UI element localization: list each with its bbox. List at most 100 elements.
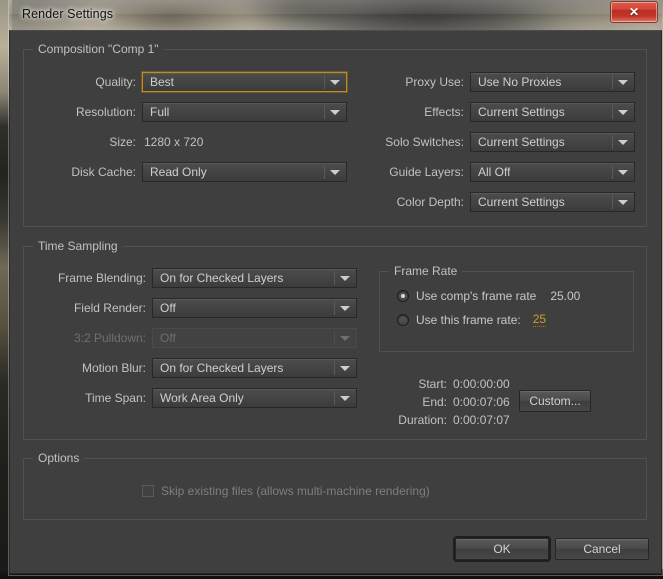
dropdown-separator — [612, 75, 613, 89]
skip-existing-files-checkbox: Skip existing files (allows multi-machin… — [142, 484, 430, 498]
use-this-frame-rate-radio[interactable]: Use this frame rate: 25 — [397, 313, 547, 327]
use-comp-frame-rate-label: Use comp's frame rate — [416, 289, 537, 303]
color-depth-value: Current Settings — [478, 195, 565, 209]
close-icon: ✕ — [628, 5, 640, 19]
chevron-down-icon — [618, 110, 628, 115]
chevron-down-icon — [618, 80, 628, 85]
window-title: Render Settings — [22, 7, 114, 21]
resolution-dropdown[interactable]: Full — [142, 102, 347, 122]
time-span-dropdown[interactable]: Work Area Only — [152, 388, 357, 408]
dropdown-separator — [334, 331, 335, 345]
quality-dropdown[interactable]: Best — [142, 72, 347, 92]
composition-group: Composition "Comp 1" Quality: Best Resol… — [23, 42, 647, 227]
proxy-use-label: Proxy Use: — [405, 75, 464, 89]
custom-button-label: Custom... — [529, 394, 581, 408]
chevron-down-icon — [330, 170, 340, 175]
composition-group-title: Composition "Comp 1" — [33, 42, 164, 56]
field-render-dropdown[interactable]: Off — [152, 298, 357, 318]
dropdown-separator — [612, 195, 613, 209]
time-sampling-group: Time Sampling Frame Blending: On for Che… — [23, 239, 647, 440]
duration-label: Duration: — [398, 413, 447, 427]
chevron-down-icon — [618, 140, 628, 145]
field-render-label: Field Render: — [73, 301, 146, 315]
radio-unselected-icon — [397, 314, 409, 326]
dropdown-separator — [334, 391, 335, 405]
chevron-down-icon — [618, 200, 628, 205]
solo-switches-dropdown[interactable]: Current Settings — [470, 132, 635, 152]
options-group-title: Options — [33, 451, 85, 465]
dropdown-separator — [334, 271, 335, 285]
proxy-use-dropdown[interactable]: Use No Proxies — [470, 72, 635, 92]
proxy-use-value: Use No Proxies — [478, 75, 562, 89]
dropdown-separator — [612, 135, 613, 149]
field-render-value: Off — [160, 301, 176, 315]
motion-blur-value: On for Checked Layers — [160, 361, 284, 375]
dropdown-separator — [612, 165, 613, 179]
color-depth-dropdown[interactable]: Current Settings — [470, 192, 635, 212]
chevron-down-icon — [340, 396, 350, 401]
radio-selected-icon — [397, 290, 409, 302]
start-label: Start: — [418, 377, 447, 391]
frame-blending-label: Frame Blending: — [57, 271, 146, 285]
pulldown-value: Off — [160, 331, 176, 345]
motion-blur-dropdown[interactable]: On for Checked Layers — [152, 358, 357, 378]
dialog-body: Composition "Comp 1" Quality: Best Resol… — [9, 30, 662, 574]
cancel-button-label: Cancel — [583, 542, 621, 556]
cancel-button[interactable]: Cancel — [555, 538, 649, 560]
quality-label: Quality: — [95, 75, 136, 89]
frame-rate-group-title: Frame Rate — [389, 264, 463, 278]
resolution-label: Resolution: — [75, 105, 136, 119]
dropdown-separator — [334, 301, 335, 315]
frame-rate-group: Frame Rate Use comp's frame rate 25.00 U… — [379, 264, 634, 352]
render-settings-window: Render Settings ✕ Composition "Comp 1" Q… — [8, 0, 663, 576]
color-depth-label: Color Depth: — [396, 195, 464, 209]
dropdown-separator — [334, 361, 335, 375]
close-button[interactable]: ✕ — [610, 1, 658, 23]
end-label: End: — [422, 395, 447, 409]
resolution-value: Full — [150, 105, 170, 119]
dropdown-separator — [324, 165, 325, 179]
checkbox-unchecked-icon — [142, 485, 154, 497]
time-span-value: Work Area Only — [160, 391, 244, 405]
use-comp-frame-rate-radio[interactable]: Use comp's frame rate 25.00 — [397, 289, 580, 303]
chevron-down-icon — [330, 80, 340, 85]
effects-dropdown[interactable]: Current Settings — [470, 102, 635, 122]
guide-layers-label: Guide Layers: — [389, 165, 464, 179]
chevron-down-icon — [340, 336, 350, 341]
use-this-frame-rate-label: Use this frame rate: — [416, 313, 521, 327]
chevron-down-icon — [340, 366, 350, 371]
ok-button-label: OK — [493, 542, 511, 556]
solo-switches-label: Solo Switches: — [385, 135, 464, 149]
chevron-down-icon — [340, 276, 350, 281]
custom-frame-rate-input[interactable]: 25 — [532, 313, 547, 327]
pulldown-dropdown: Off — [152, 328, 357, 348]
options-group: Options Skip existing files (allows mult… — [23, 451, 647, 520]
size-label: Size: — [109, 135, 136, 149]
chevron-down-icon — [330, 110, 340, 115]
skip-existing-files-label: Skip existing files (allows multi-machin… — [161, 484, 430, 498]
solo-switches-value: Current Settings — [478, 135, 565, 149]
dropdown-separator — [612, 105, 613, 119]
disk-cache-value: Read Only — [150, 165, 207, 179]
dropdown-separator — [324, 75, 325, 89]
guide-layers-dropdown[interactable]: All Off — [470, 162, 635, 182]
motion-blur-label: Motion Blur: — [81, 361, 146, 375]
time-sampling-group-title: Time Sampling — [33, 239, 123, 253]
window-titlebar[interactable]: Render Settings ✕ — [9, 0, 662, 30]
dropdown-separator — [324, 105, 325, 119]
ok-button[interactable]: OK — [455, 538, 549, 560]
effects-value: Current Settings — [478, 105, 565, 119]
time-span-label: Time Span: — [85, 391, 146, 405]
chevron-down-icon — [340, 306, 350, 311]
duration-value: 0:00:07:07 — [453, 413, 510, 427]
guide-layers-value: All Off — [478, 165, 511, 179]
effects-label: Effects: — [424, 105, 464, 119]
pulldown-label: 3:2 Pulldown: — [73, 331, 146, 345]
comp-frame-rate-value: 25.00 — [550, 289, 581, 303]
chevron-down-icon — [618, 170, 628, 175]
size-value: 1280 x 720 — [144, 135, 204, 149]
custom-time-span-button[interactable]: Custom... — [519, 390, 591, 412]
frame-blending-dropdown[interactable]: On for Checked Layers — [152, 268, 357, 288]
start-value: 0:00:00:00 — [453, 377, 510, 391]
disk-cache-dropdown[interactable]: Read Only — [142, 162, 347, 182]
